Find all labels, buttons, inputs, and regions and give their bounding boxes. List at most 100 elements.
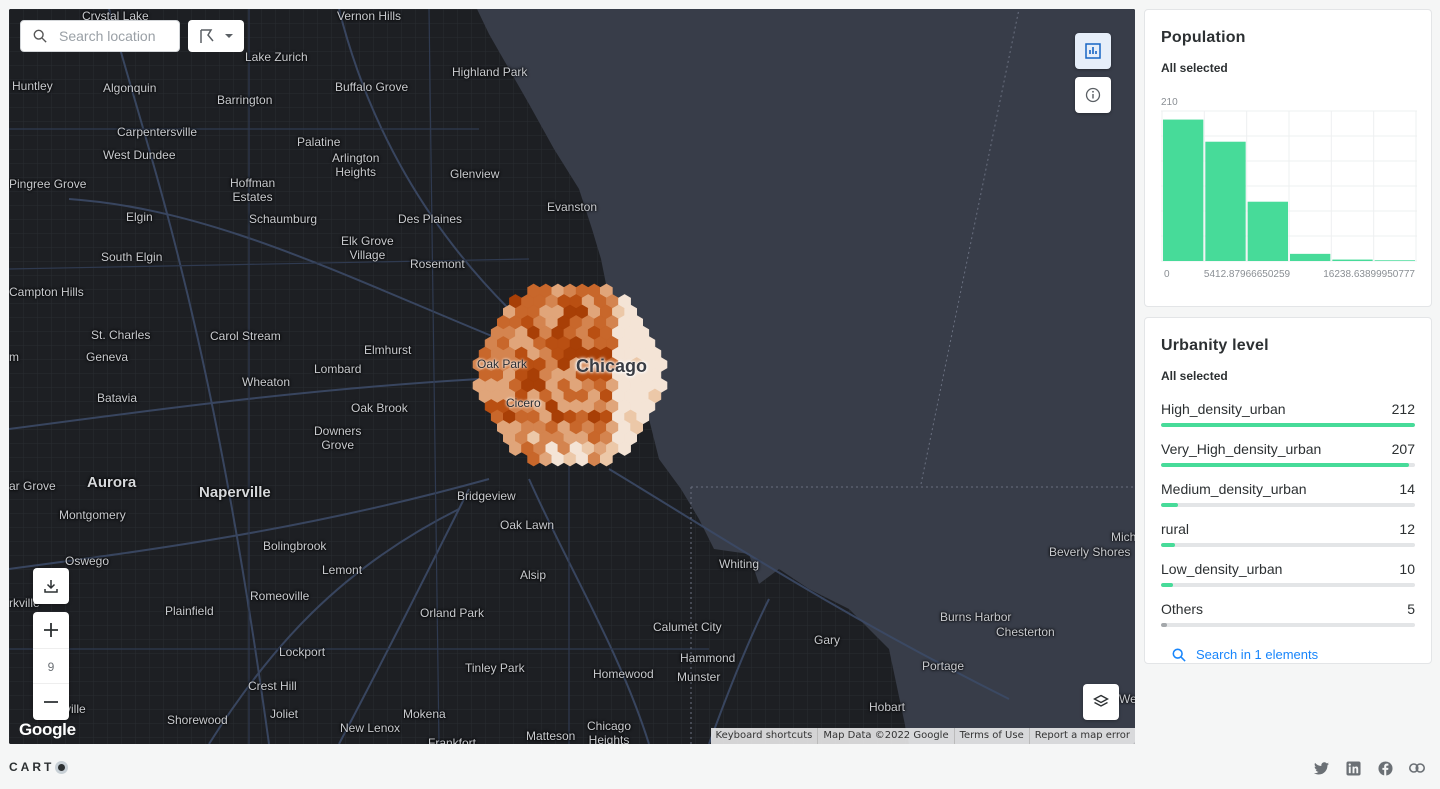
place-label: Elgin [126,210,153,224]
place-label: Munster [677,670,721,684]
map-view[interactable]: Crystal Lake Vernon Hills Lake Zurich Highl… [9,9,1135,744]
place-label: Lemont [322,563,363,577]
histogram-bar[interactable] [1332,259,1373,261]
place-label: Calumet City [653,620,722,634]
histogram-bar[interactable] [1247,201,1288,261]
place-label: Carol Stream [210,329,281,343]
category-value: 5 [1407,601,1415,617]
carto-logo[interactable]: CART [9,760,69,774]
place-label: Vernon Hills [337,9,402,23]
place-label: New Lenox [340,721,401,735]
category-row[interactable]: Others 5 [1161,601,1415,627]
category-row[interactable]: High_density_urban 212 [1161,401,1415,427]
chart-icon [1085,43,1101,59]
category-bar-fill [1161,503,1178,507]
link-icon[interactable] [1408,759,1426,777]
y-max-label: 210 [1161,97,1178,108]
place-label: Wheaton [242,375,291,389]
report-map-error-link[interactable]: Report a map error [1028,728,1135,744]
place-label: We [1119,692,1135,706]
place-label: Romeoville [250,589,310,603]
histogram-bar[interactable] [1374,260,1415,261]
carto-logo-text: CART [9,760,55,774]
category-bar-fill [1161,543,1176,547]
place-label: Des Plaines [398,212,463,226]
category-value: 212 [1391,401,1415,417]
category-row[interactable]: rural 12 [1161,521,1415,547]
place-label: Buffalo Grove [335,80,409,94]
twitter-icon[interactable] [1312,759,1330,777]
place-label: Lombard [314,362,362,376]
place-label: Montgomery [59,508,126,522]
google-logo: Google [19,720,76,739]
place-label: Campton Hills [9,285,84,299]
histogram-chart: 210 0 5412.87966650259 16238.63899950777 [1161,97,1417,280]
category-header: High_density_urban 212 [1161,401,1415,417]
search-categories-link[interactable]: Search in 1 elements [1161,647,1415,662]
search-icon [33,29,47,43]
category-name: Others [1161,601,1204,617]
place-label: Chicago Heights [587,719,632,744]
social-links [1312,759,1426,777]
histogram-bar[interactable] [1163,119,1204,261]
category-bar-fill [1161,423,1415,427]
map-data-text: Map Data ©2022 Google [817,728,953,744]
category-bar-fill [1161,623,1167,627]
category-row[interactable]: Very_High_density_urban 207 [1161,441,1415,467]
place-label: Lockport [279,645,326,659]
place-label: Arlington Heights [332,151,380,179]
place-label: Batavia [97,391,138,405]
layers-icon [1093,694,1109,707]
category-row[interactable]: Medium_density_urban 14 [1161,481,1415,507]
zoom-out-button[interactable] [33,684,69,720]
place-label: Gary [814,633,841,647]
layers-button[interactable] [1083,684,1119,720]
category-name: rural [1161,521,1190,537]
histogram-bar[interactable] [1205,141,1246,261]
search-icon [1172,648,1186,662]
category-row[interactable]: Low_density_urban 10 [1161,561,1415,587]
place-label: Tinley Park [465,661,525,675]
download-button[interactable] [33,568,69,604]
map-attribution: Keyboard shortcuts Map Data ©2022 Google… [710,728,1135,744]
place-label: Elmhurst [364,343,412,357]
place-label: Geneva [86,350,129,364]
place-label: Joliet [270,707,299,721]
category-value: 10 [1399,561,1415,577]
category-name: Medium_density_urban [1161,481,1307,497]
place-label: Burns Harbor [940,610,1012,624]
place-label: Mokena [403,707,446,721]
selection-status: All selected [1161,369,1228,383]
place-label: Beverly Shores [1049,545,1131,559]
facebook-icon[interactable] [1376,759,1394,777]
place-label: Palatine [297,135,341,149]
place-label: Huntley [12,79,53,93]
place-label: Hobart [869,700,906,714]
histogram[interactable]: 210 0 5412.87966650259 16238.63899950777 [1161,87,1417,287]
zoom-in-button[interactable] [33,612,69,648]
widgets-toggle-button[interactable] [1075,33,1111,69]
download-icon [44,580,58,593]
map-basemap [9,9,1135,744]
terms-of-use-link[interactable]: Terms of Use [953,728,1029,744]
place-label: Rosemont [410,257,465,271]
draw-tool-button[interactable] [188,20,244,52]
info-button[interactable] [1075,77,1111,113]
place-label: Elk Grove Village [341,234,394,262]
category-bar-track [1161,503,1415,507]
keyboard-shortcuts-link[interactable]: Keyboard shortcuts [711,728,818,744]
category-header: rural 12 [1161,521,1415,537]
category-bar-fill [1161,463,1409,467]
search-location-input[interactable]: Search location [20,20,180,52]
place-label: Oak Brook [351,401,408,415]
place-label: ar Grove [9,479,56,493]
linkedin-icon[interactable] [1344,759,1362,777]
category-list: High_density_urban 212 Very_High_density_u… [1161,401,1415,627]
x-tick-label: 5412.87966650259 [1204,269,1291,280]
place-label: Highland Park [452,65,528,79]
place-label: Shorewood [167,713,228,727]
place-label: Pingree Grove [9,177,87,191]
histogram-bar[interactable] [1290,253,1331,261]
category-bar-track [1161,543,1415,547]
place-label: Carpentersville [117,125,198,139]
